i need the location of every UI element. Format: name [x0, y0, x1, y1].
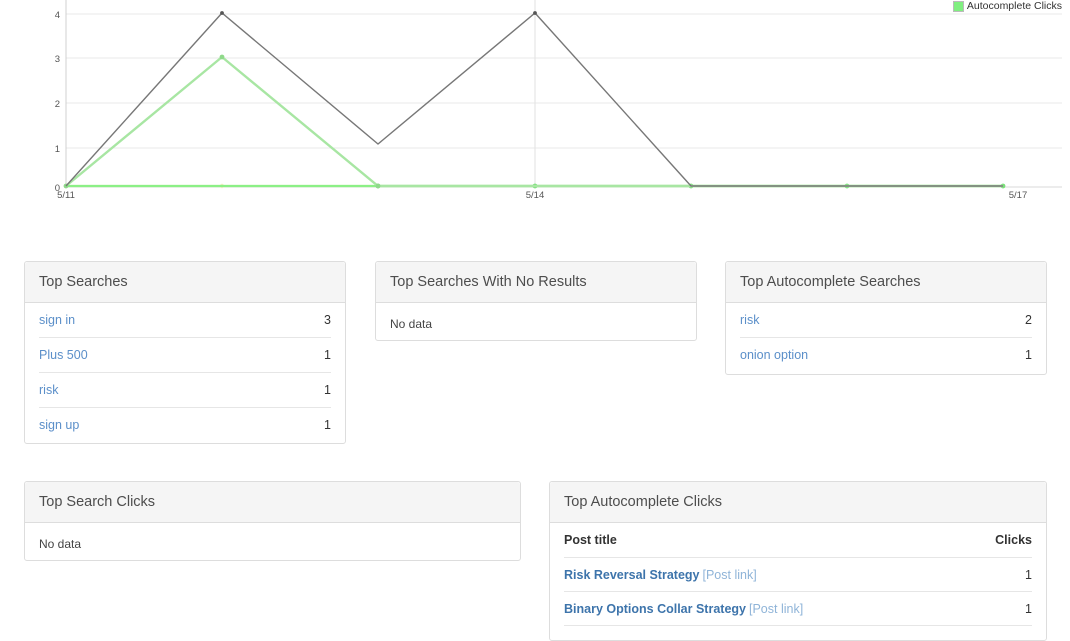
- panel-body-top-search-clicks: No data: [25, 523, 520, 567]
- table-row[interactable]: Risk Reversal Strategy [Post link] 1: [564, 557, 1032, 592]
- column-header-post-title: Post title: [564, 523, 970, 558]
- cell-post-title[interactable]: Binary Options Collar Strategy [Post link…: [564, 591, 970, 626]
- search-term-link[interactable]: risk: [39, 383, 58, 397]
- search-term-link[interactable]: sign in: [39, 313, 75, 327]
- panel-top-autocomplete-clicks: Top Autocomplete Clicks Post title Click…: [549, 481, 1047, 641]
- empty-state-text: No data: [390, 317, 433, 331]
- search-term-count: 1: [324, 348, 331, 362]
- column-header-clicks: Clicks: [969, 523, 1032, 558]
- search-term-count: 3: [324, 313, 331, 327]
- list-item[interactable]: Plus 500 1: [39, 338, 331, 373]
- search-analytics-chart: 4 3 2 1 0 5/11 5/14 5/17 Autocomplete Cl…: [0, 0, 1070, 215]
- chart-x-ticks: 5/11 5/14 5/17: [57, 190, 1027, 201]
- list-item[interactable]: risk 2: [740, 303, 1032, 338]
- list-item[interactable]: sign up 1: [39, 408, 331, 442]
- list-item[interactable]: sign in 3: [39, 303, 331, 338]
- list-item[interactable]: risk 1: [39, 373, 331, 408]
- chart-y-ticks: 4 3 2 1 0: [55, 10, 60, 194]
- panel-title-top-autocomplete-clicks: Top Autocomplete Clicks: [550, 482, 1046, 523]
- panel-body-top-searches: sign in 3 Plus 500 1 risk 1 sign up 1: [25, 303, 345, 442]
- search-term-link[interactable]: sign up: [39, 418, 79, 432]
- svg-text:5/11: 5/11: [57, 190, 75, 201]
- autocomplete-term-count: 1: [1025, 348, 1032, 362]
- post-link-label[interactable]: [Post link]: [703, 568, 757, 582]
- panel-title-top-search-clicks: Top Search Clicks: [25, 482, 520, 523]
- panel-body-top-autocomplete-clicks: Post title Clicks Risk Reversal Strategy…: [550, 523, 1046, 626]
- post-link-label[interactable]: [Post link]: [749, 602, 803, 616]
- panel-top-autocomplete-searches: Top Autocomplete Searches risk 2 onion o…: [725, 261, 1047, 375]
- autocomplete-term-link[interactable]: onion option: [740, 348, 808, 362]
- svg-text:5/17: 5/17: [1009, 190, 1028, 201]
- cell-clicks: 1: [969, 591, 1032, 626]
- panel-top-searches-no-results: Top Searches With No Results No data: [375, 261, 697, 341]
- list-item[interactable]: onion option 1: [740, 338, 1032, 372]
- panel-top-searches: Top Searches sign in 3 Plus 500 1 risk 1…: [24, 261, 346, 444]
- autocomplete-clicks-table: Post title Clicks Risk Reversal Strategy…: [564, 523, 1032, 626]
- cell-post-title[interactable]: Risk Reversal Strategy [Post link]: [564, 557, 970, 592]
- panel-title-top-autocomplete-searches: Top Autocomplete Searches: [726, 262, 1046, 303]
- svg-text:3: 3: [55, 54, 60, 65]
- legend-label-autocomplete-clicks: Autocomplete Clicks: [966, 0, 1062, 13]
- table-row[interactable]: Binary Options Collar Strategy [Post link…: [564, 591, 1032, 626]
- chart-canvas: 4 3 2 1 0 5/11 5/14 5/17: [55, 0, 1062, 201]
- svg-text:2: 2: [55, 99, 60, 110]
- cell-clicks: 1: [969, 557, 1032, 592]
- post-title-link[interactable]: Binary Options Collar Strategy: [564, 602, 746, 616]
- svg-text:4: 4: [55, 10, 60, 21]
- panel-body-top-searches-no-results: No data: [376, 303, 696, 347]
- autocomplete-term-link[interactable]: risk: [740, 313, 759, 327]
- search-term-link[interactable]: Plus 500: [39, 348, 88, 362]
- search-term-count: 1: [324, 383, 331, 397]
- table-header-row: Post title Clicks: [564, 523, 1032, 558]
- autocomplete-term-count: 2: [1025, 313, 1032, 327]
- chart-legend[interactable]: Autocomplete Clicks: [950, 0, 1064, 13]
- series-autocomplete-searches: [63, 54, 1003, 189]
- panel-title-top-searches-no-results: Top Searches With No Results: [376, 262, 696, 303]
- panel-top-search-clicks: Top Search Clicks No data: [24, 481, 521, 561]
- panel-body-top-autocomplete-searches: risk 2 onion option 1: [726, 303, 1046, 372]
- empty-state-text: No data: [39, 537, 82, 551]
- svg-text:1: 1: [55, 144, 60, 155]
- search-term-count: 1: [324, 418, 331, 432]
- post-title-link[interactable]: Risk Reversal Strategy: [564, 568, 700, 582]
- chart-gridlines: [66, 13, 1062, 188]
- legend-swatch-autocomplete-clicks: [952, 1, 964, 12]
- panel-title-top-searches: Top Searches: [25, 262, 345, 303]
- chart-axes: [65, 0, 536, 187]
- svg-text:5/14: 5/14: [526, 190, 545, 201]
